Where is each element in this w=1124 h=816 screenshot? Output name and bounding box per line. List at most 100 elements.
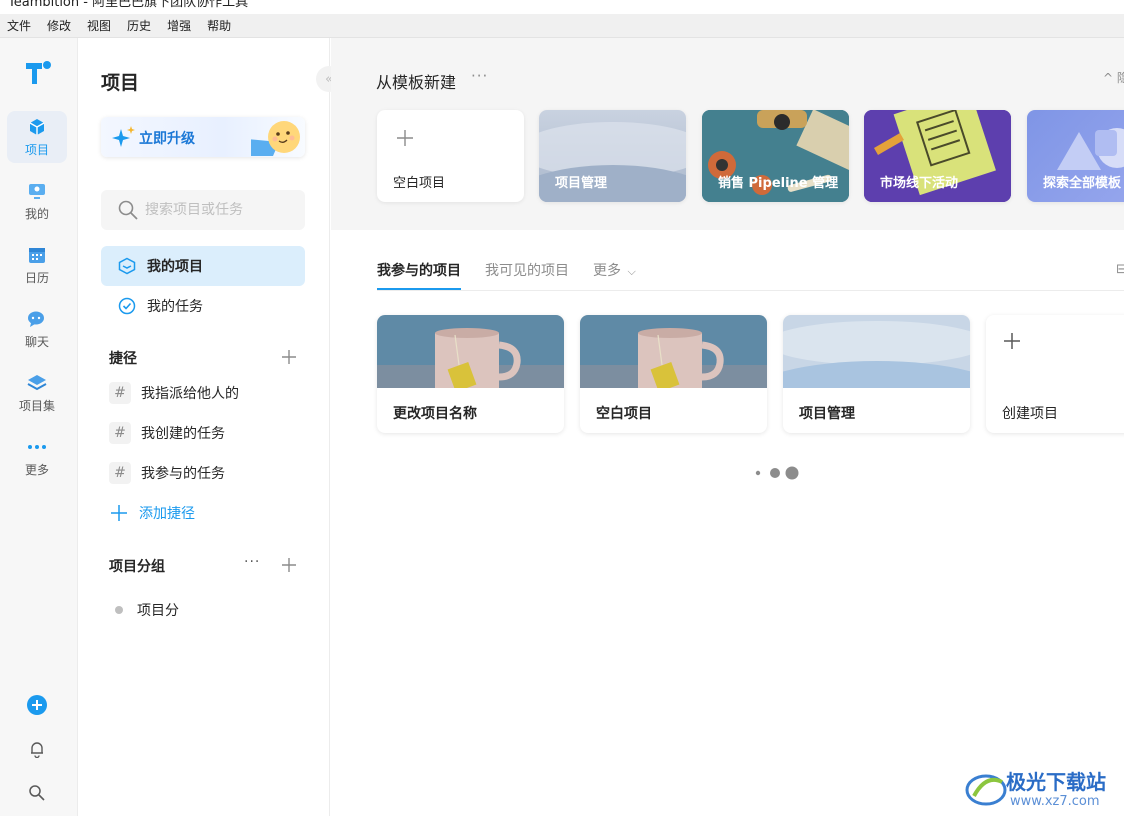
- rail-item-projects[interactable]: 项目: [7, 111, 67, 163]
- rail-label: 我的: [24, 206, 49, 221]
- project-name: 空白项目: [596, 406, 652, 422]
- add-shortcut-plus-icon[interactable]: [280, 348, 298, 366]
- sidebar-search: [101, 190, 305, 230]
- search-icon: [118, 200, 138, 220]
- template-label: 市场线下活动: [880, 176, 959, 191]
- template-label: 项目管理: [555, 176, 608, 191]
- group-dot: [115, 606, 123, 614]
- rail-item-calendar[interactable]: 日历: [7, 239, 67, 291]
- add-shortcut-link[interactable]: 添加捷径: [111, 503, 195, 523]
- more-dots-icon: [27, 437, 47, 457]
- sparkle-icon: [112, 126, 135, 147]
- add-group-plus-icon[interactable]: [280, 556, 298, 574]
- monitor-icon: [27, 181, 47, 201]
- view-toggle-icon[interactable]: ⊟: [1116, 262, 1124, 277]
- group-item[interactable]: 项目分: [115, 600, 179, 620]
- shortcuts-header: 捷径: [109, 351, 137, 367]
- project-card[interactable]: 空白项目: [580, 315, 767, 433]
- left-rail: 项目 我的 日历 聊天 项目集 更多: [0, 38, 78, 816]
- rail-item-mine[interactable]: 我的: [7, 175, 67, 227]
- menu-view[interactable]: 视图: [84, 17, 118, 34]
- upgrade-label: 立即升级: [139, 131, 195, 147]
- rail-label: 聊天: [24, 334, 49, 349]
- shortcut-label: 我指派给他人的: [141, 386, 239, 402]
- menu-enhance[interactable]: 增强: [164, 17, 198, 34]
- tab-participated[interactable]: 我参与的项目: [377, 260, 461, 290]
- rail-item-portfolio[interactable]: 项目集: [7, 367, 67, 419]
- cube-icon: [27, 117, 47, 137]
- rail-label: 更多: [24, 462, 49, 477]
- template-card-offline-event[interactable]: 市场线下活动: [864, 110, 1011, 202]
- loading-spinner-icon: [755, 466, 799, 480]
- rail-item-chat[interactable]: 聊天: [7, 303, 67, 355]
- rail-label: 项目集: [18, 398, 55, 413]
- project-card[interactable]: 项目管理: [783, 315, 970, 433]
- plus-icon: [111, 505, 127, 521]
- add-shortcut-label: 添加捷径: [139, 506, 195, 522]
- mug-cover: [377, 315, 564, 388]
- menu-file[interactable]: 文件: [4, 17, 38, 34]
- project-name: 更改项目名称: [393, 406, 477, 422]
- project-name: 项目管理: [799, 406, 855, 422]
- teambition-logo[interactable]: [24, 60, 52, 86]
- plus-icon: [397, 130, 413, 146]
- upgrade-button[interactable]: 立即升级: [101, 117, 305, 157]
- bell-icon[interactable]: [26, 738, 48, 760]
- template-card-explore-all[interactable]: 探索全部模板: [1027, 110, 1124, 202]
- menu-help[interactable]: 帮助: [204, 17, 238, 34]
- hash-icon: #: [109, 422, 131, 444]
- groups-header: 项目分组: [109, 559, 165, 575]
- hash-icon: #: [109, 382, 131, 404]
- window-title: Teambition - 阿里巴巴旗下团队协作工具: [8, 0, 249, 10]
- tab-visible[interactable]: 我可见的项目: [485, 260, 569, 290]
- group-more-icon[interactable]: ···: [244, 554, 260, 570]
- rail-label: 日历: [24, 270, 49, 285]
- mascot-icon: [251, 121, 300, 156]
- shortcut-item[interactable]: # 我参与的任务: [109, 460, 225, 486]
- template-card-project-management[interactable]: 项目管理: [539, 110, 686, 202]
- watermark-logo: 极光下载站 www.xz7.com: [964, 764, 1124, 816]
- main-content: 从模板新建 ··· ^ 隐 空白项目 项目管理 销售 Pipeline 管理 市…: [331, 38, 1124, 816]
- nav-label: 我的项目: [147, 259, 203, 275]
- hash-icon: #: [109, 462, 131, 484]
- rail-item-more[interactable]: 更多: [7, 431, 67, 483]
- create-project-card[interactable]: 创建项目: [986, 315, 1124, 433]
- shortcut-label: 我参与的任务: [141, 466, 225, 482]
- add-circle-icon[interactable]: [26, 694, 48, 716]
- hide-templates-toggle[interactable]: ^ 隐: [1103, 69, 1124, 86]
- calendar-icon: [27, 245, 47, 265]
- template-label: 空白项目: [393, 176, 446, 191]
- nav-my-projects[interactable]: 我的项目: [101, 246, 305, 286]
- chevron-down-icon: ⌵: [627, 265, 636, 278]
- project-card[interactable]: 更改项目名称: [377, 315, 564, 433]
- template-label: 探索全部模板: [1043, 176, 1122, 191]
- template-more-icon[interactable]: ···: [471, 67, 488, 85]
- template-label: 销售 Pipeline 管理: [718, 176, 839, 191]
- search-input[interactable]: [145, 202, 295, 218]
- soft-gradient-cover: [783, 315, 970, 388]
- project-tabs: 我参与的项目 我可见的项目 更多 ⌵ ⊟: [377, 258, 1124, 291]
- menu-bar: 文件 修改 视图 历史 增强 帮助: [0, 14, 1124, 38]
- watermark-url: www.xz7.com: [1010, 794, 1100, 809]
- aurora-logo-icon: [965, 774, 1007, 806]
- project-name: 创建项目: [1002, 406, 1058, 422]
- rail-label: 项目: [24, 142, 49, 157]
- sidebar-title: 项目: [101, 72, 140, 94]
- project-icon: [117, 256, 137, 276]
- tab-more[interactable]: 更多 ⌵: [593, 260, 636, 290]
- menu-edit[interactable]: 修改: [44, 17, 78, 34]
- shortcut-item[interactable]: # 我指派给他人的: [109, 380, 239, 406]
- nav-my-tasks[interactable]: 我的任务: [101, 286, 305, 326]
- mug-cover: [580, 315, 767, 388]
- shortcut-item[interactable]: # 我创建的任务: [109, 420, 225, 446]
- menu-history[interactable]: 历史: [124, 17, 158, 34]
- shortcut-label: 我创建的任务: [141, 426, 225, 442]
- template-card-blank[interactable]: 空白项目: [377, 110, 524, 202]
- group-label: 项目分: [137, 603, 179, 619]
- template-card-sales-pipeline[interactable]: 销售 Pipeline 管理: [702, 110, 849, 202]
- nav-label: 我的任务: [147, 299, 203, 315]
- search-icon[interactable]: [26, 782, 48, 804]
- plus-icon: [1004, 333, 1020, 349]
- template-band: 从模板新建 ··· ^ 隐 空白项目 项目管理 销售 Pipeline 管理 市…: [331, 38, 1124, 230]
- window-titlebar: Teambition - 阿里巴巴旗下团队协作工具: [0, 0, 1124, 14]
